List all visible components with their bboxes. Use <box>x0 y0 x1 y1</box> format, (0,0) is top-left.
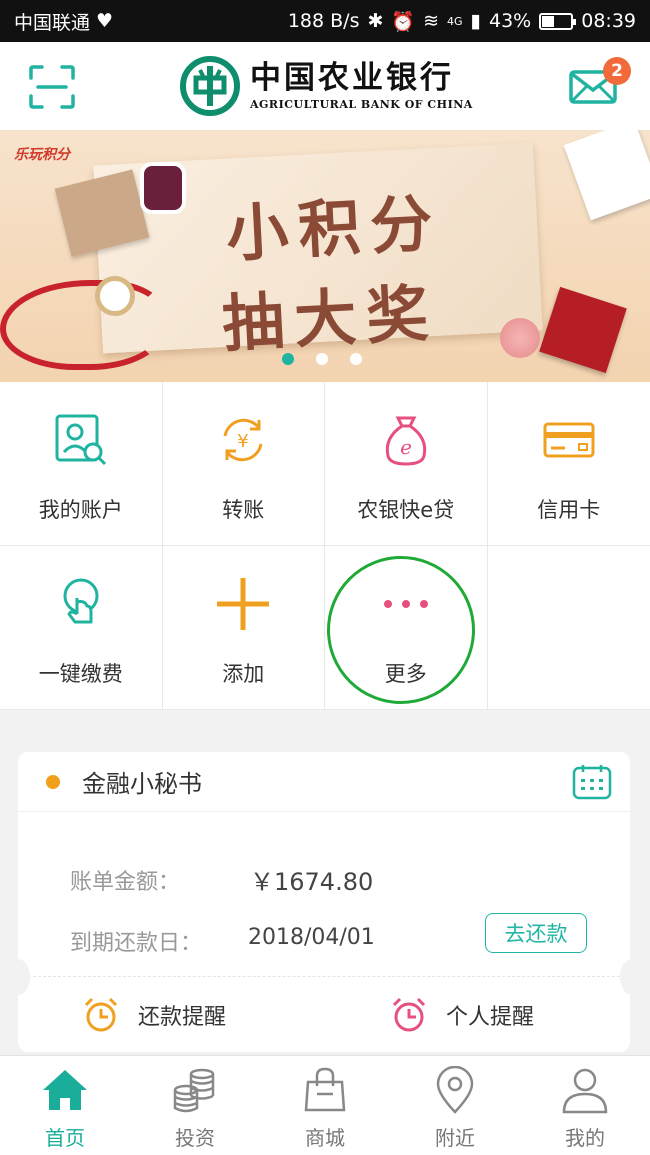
menu-credit-card[interactable]: 信用卡 <box>487 382 650 546</box>
battery-icon <box>539 12 577 30</box>
status-bar: 中国联通 ♥ 188 B/s ✱ ⏰ ≋ 4G ▮ 43% 08:39 <box>0 0 650 42</box>
menu-label: 信用卡 <box>537 498 601 522</box>
bank-name-cn: 中国农业银行 <box>250 60 454 96</box>
personal-reminder-label: 个人提醒 <box>446 1005 535 1030</box>
menu-add[interactable]: 添加 <box>162 546 325 710</box>
carousel-dots <box>282 353 362 365</box>
promo-banner[interactable]: 乐玩积分 小积分 抽大奖 <box>0 130 650 382</box>
transfer-icon: ¥ <box>223 418 263 462</box>
red-gift-decoration <box>539 286 627 374</box>
nav-label: 首页 <box>45 1126 85 1150</box>
credit-card-icon <box>543 422 595 458</box>
calendar-icon[interactable] <box>572 764 612 800</box>
due-date-label: 到期还款日： <box>70 931 203 956</box>
dashed-divider <box>18 976 630 977</box>
card-decoration <box>563 130 650 221</box>
plus-icon <box>217 578 270 630</box>
repay-reminder[interactable]: 还款提醒 <box>82 996 226 1034</box>
nav-home[interactable]: 首页 <box>0 1056 130 1155</box>
nav-invest[interactable]: 投资 <box>130 1056 260 1155</box>
menu-empty-slot <box>487 546 650 710</box>
carousel-dot[interactable] <box>316 353 328 365</box>
banner-headline-1: 小积分 <box>224 186 445 271</box>
carousel-dot[interactable] <box>282 353 294 365</box>
menu-label: 一键缴费 <box>38 662 123 686</box>
menu-one-click-pay[interactable]: 一键缴费 <box>0 546 163 710</box>
signal-icon: ▮ <box>470 10 481 32</box>
bottom-nav: 首页 投资 商城 附近 我的 <box>0 1055 650 1155</box>
app-header: 中国农业银行 AGRICULTURAL BANK OF CHINA <box>0 42 650 130</box>
due-date-value: 2018/04/01 <box>248 925 375 950</box>
bill-amount-label: 账单金额： <box>70 870 181 895</box>
loan-bag-icon: e <box>385 416 426 466</box>
nav-nearby[interactable]: 附近 <box>390 1056 520 1155</box>
watch-decoration <box>95 276 135 316</box>
bank-logo: 中国农业银行 AGRICULTURAL BANK OF CHINA <box>180 56 473 116</box>
card-notch-left <box>6 959 30 995</box>
repay-reminder-label: 还款提醒 <box>138 1005 227 1030</box>
nav-label: 附近 <box>435 1126 475 1150</box>
personal-reminder[interactable]: 个人提醒 <box>390 996 534 1034</box>
svg-text:¥: ¥ <box>238 431 249 452</box>
bill-amount-value: ￥1674.80 <box>250 868 374 896</box>
net-speed: 188 B/s <box>287 10 360 32</box>
title-dot <box>46 774 60 789</box>
alarm-icon: ⏰ <box>391 10 416 33</box>
rose-decoration <box>500 318 540 358</box>
coins-icon <box>173 1068 215 1113</box>
location-pin-icon <box>436 1066 474 1114</box>
bank-name-en: AGRICULTURAL BANK OF CHINA <box>250 98 473 111</box>
menu-transfer[interactable]: ¥ 转账 <box>162 382 325 546</box>
home-icon <box>43 1070 87 1110</box>
menu-my-account[interactable]: 我的账户 <box>0 382 163 546</box>
nav-mall[interactable]: 商城 <box>260 1056 390 1155</box>
heart-rate-icon: ♥ <box>96 10 114 32</box>
carousel-dot[interactable] <box>350 353 362 365</box>
shopping-bag-icon <box>304 1067 346 1112</box>
quick-menu-grid: 我的账户 ¥ 转账 e 农银快e贷 信用卡 一键缴费 添加 更多 <box>0 382 650 710</box>
finance-card-title: 金融小秘书 <box>82 770 202 798</box>
battery-percent: 43% <box>489 10 532 32</box>
nav-mine[interactable]: 我的 <box>520 1056 650 1155</box>
nav-label: 投资 <box>175 1126 215 1150</box>
banner-corner-logo: 乐玩积分 <box>14 147 70 163</box>
abc-logo-icon <box>180 56 240 116</box>
repay-button[interactable]: 去还款 <box>485 913 587 953</box>
alarm-clock-icon <box>392 997 426 1032</box>
menu-quick-loan[interactable]: e 农银快e贷 <box>325 382 488 546</box>
account-icon <box>55 414 106 466</box>
wifi-icon: ≋ <box>423 10 439 32</box>
highlight-circle <box>327 556 475 704</box>
ribbon-decoration <box>0 280 165 370</box>
bluetooth-icon: ✱ <box>367 10 384 32</box>
alarm-clock-icon <box>84 997 118 1032</box>
menu-label: 添加 <box>222 662 265 686</box>
nav-label: 我的 <box>565 1126 605 1150</box>
menu-label: 转账 <box>222 498 265 522</box>
scan-icon[interactable] <box>28 64 76 110</box>
message-count-badge: 2 <box>603 57 631 85</box>
nav-label: 商城 <box>305 1126 345 1150</box>
signal-label: 4G <box>447 14 463 28</box>
tap-pay-icon <box>63 578 99 624</box>
menu-label: 我的账户 <box>38 498 123 522</box>
card-notch-right <box>620 959 644 995</box>
carrier-name: 中国联通 <box>14 11 91 34</box>
finance-secretary-card: 金融小秘书 账单金额： ￥1674.80 到期还款日： 2018/04/01 去… <box>18 752 630 1052</box>
clock: 08:39 <box>581 10 636 32</box>
banner-headline-2: 抽大奖 <box>220 276 441 361</box>
user-icon <box>562 1068 608 1114</box>
compact-decoration <box>140 162 186 214</box>
menu-label: 农银快e贷 <box>357 498 455 522</box>
svg-text:e: e <box>400 435 412 459</box>
